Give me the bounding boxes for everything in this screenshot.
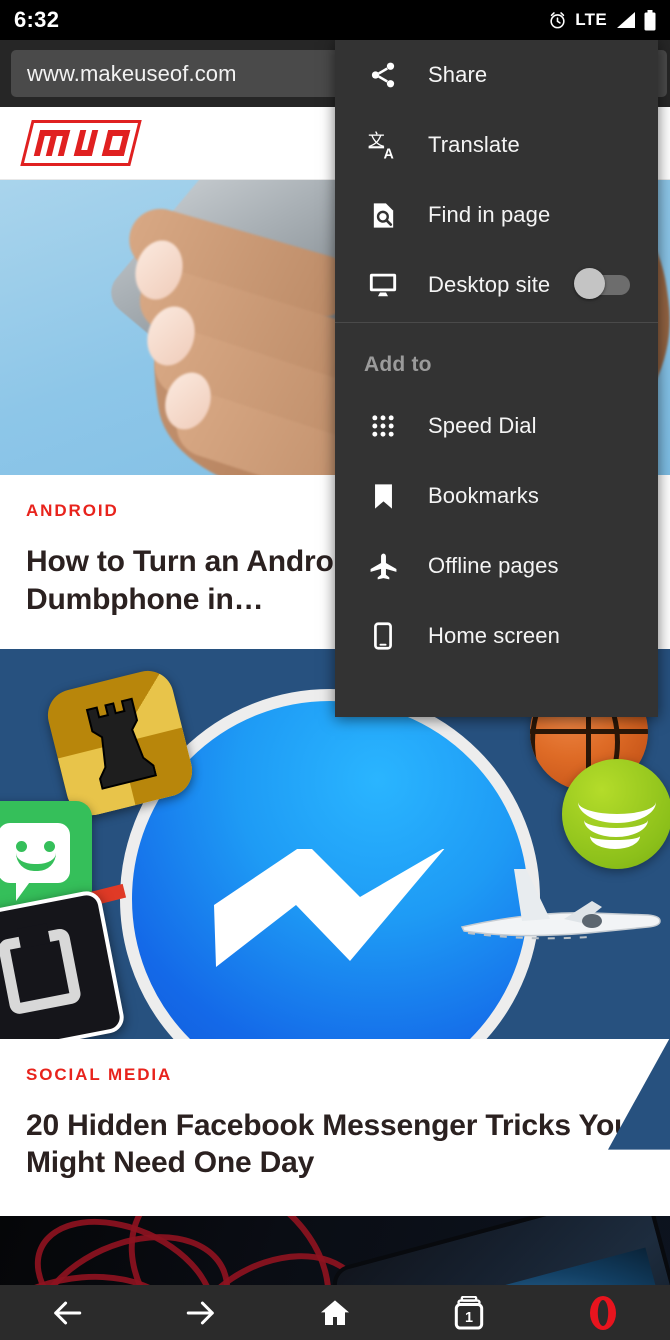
opera-logo-icon — [587, 1295, 619, 1331]
menu-item-bookmarks[interactable]: Bookmarks — [335, 461, 658, 531]
share-icon — [364, 56, 402, 94]
alarm-icon — [548, 11, 567, 30]
opera-menu-button[interactable] — [568, 1285, 638, 1340]
battery-icon — [644, 9, 656, 31]
article-title-line-2: Dumbphone in… — [26, 582, 264, 616]
menu-item-label: Bookmarks — [428, 483, 539, 508]
menu-item-label: Find in page — [428, 202, 551, 227]
desktop-site-toggle[interactable] — [574, 268, 630, 299]
toggle-knob — [574, 268, 605, 299]
menu-item-share[interactable]: Share — [335, 40, 658, 110]
uber-app-icon — [0, 888, 127, 1039]
speed-dial-icon — [364, 407, 402, 445]
menu-item-label: Offline pages — [428, 553, 559, 578]
browser-overflow-menu: Share 文 A Translate Find in page Desktop… — [335, 40, 658, 717]
find-in-page-icon — [364, 196, 402, 234]
article-title-line-1: 20 Hidden Facebook Messenger Tricks You — [26, 1108, 633, 1142]
menu-item-speed-dial[interactable]: Speed Dial — [335, 391, 658, 461]
network-type-label: LTE — [575, 10, 607, 29]
desktop-site-icon — [364, 266, 402, 304]
phone-screen: 6:32 LTE www.makeuseof.com ANDROID How t… — [0, 0, 670, 1340]
home-button[interactable] — [300, 1285, 370, 1340]
tab-count-text: 1 — [465, 1310, 473, 1326]
menu-item-label: Translate — [428, 132, 520, 157]
article-category[interactable]: SOCIAL MEDIA — [26, 1065, 644, 1085]
phone-icon — [364, 617, 402, 655]
status-icons: LTE — [548, 9, 656, 31]
tab-counter-button[interactable]: 1 — [434, 1285, 504, 1340]
translate-icon: 文 A — [364, 126, 402, 164]
airplane-photo-icon — [452, 849, 668, 957]
status-clock: 6:32 — [14, 7, 60, 32]
article-card-2[interactable]: SOCIAL MEDIA 20 Hidden Facebook Messenge… — [0, 1037, 670, 1217]
menu-item-label: Desktop site — [428, 272, 551, 297]
menu-item-desktop-site[interactable]: Desktop site — [335, 250, 658, 320]
menu-item-label: Speed Dial — [428, 413, 537, 438]
menu-section-header: Add to — [364, 353, 432, 376]
home-icon — [319, 1297, 351, 1329]
tab-counter-icon: 1 — [453, 1295, 485, 1330]
article-3-hero-image[interactable] — [0, 1216, 670, 1285]
menu-item-home-screen[interactable]: Home screen — [335, 601, 658, 671]
airplane-icon — [364, 547, 402, 585]
browser-bottom-nav: 1 — [0, 1285, 670, 1340]
messenger-bolt-icon — [210, 848, 460, 969]
forward-button[interactable] — [166, 1285, 236, 1340]
back-button[interactable] — [32, 1285, 102, 1340]
menu-item-offline-pages[interactable]: Offline pages — [335, 531, 658, 601]
svg-text:A: A — [383, 146, 393, 160]
bookmark-icon — [364, 477, 402, 515]
arrow-left-icon — [50, 1296, 84, 1330]
url-text[interactable]: www.makeuseof.com — [27, 61, 237, 87]
article-title-line-2: Might Need One Day — [26, 1146, 315, 1180]
rook-piece-icon — [81, 695, 158, 791]
signal-icon — [615, 11, 636, 29]
cracked-phone-shape — [328, 1216, 670, 1285]
menu-item-find-in-page[interactable]: Find in page — [335, 180, 658, 250]
menu-item-label: Home screen — [428, 623, 560, 648]
cracked-screen — [372, 1247, 670, 1285]
menu-item-translate[interactable]: 文 A Translate — [335, 110, 658, 180]
menu-item-label: Share — [428, 62, 488, 87]
article-title[interactable]: 20 Hidden Facebook Messenger Tricks You … — [26, 1107, 644, 1183]
arrow-right-icon — [184, 1296, 218, 1330]
muo-logo[interactable] — [20, 120, 142, 166]
status-bar: 6:32 LTE — [0, 0, 670, 40]
